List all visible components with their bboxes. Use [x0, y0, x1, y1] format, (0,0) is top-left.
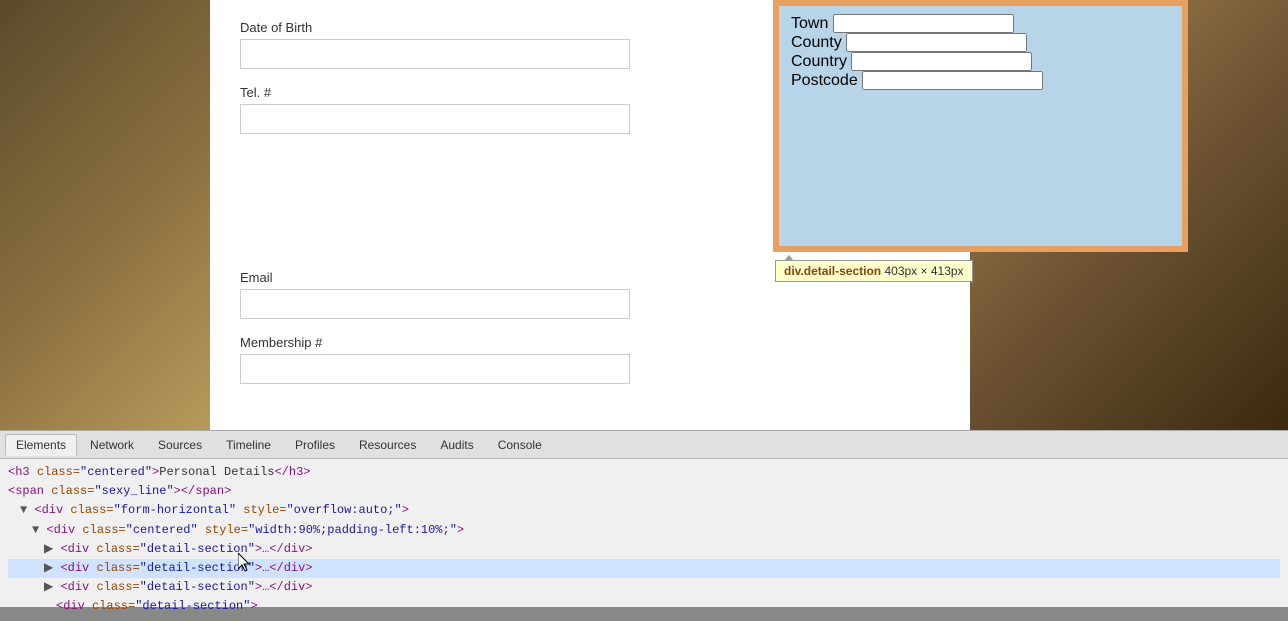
town-input[interactable]: [833, 14, 1014, 33]
postcode-input[interactable]: [862, 71, 1043, 90]
address-panel-wrapper: Town County Country Postcode: [773, 0, 1188, 252]
tab-network[interactable]: Network: [79, 434, 145, 456]
county-label: County: [791, 34, 842, 51]
code-line-4: ▼ <div class="centered" style="width:90%…: [8, 521, 1280, 540]
postcode-group: Postcode: [791, 71, 1170, 90]
country-label: Country: [791, 53, 847, 70]
town-group: Town: [791, 14, 1170, 33]
code-line-1: <h3 class="centered">Personal Details</h…: [8, 463, 1280, 482]
devtools-code: <h3 class="centered">Personal Details</h…: [0, 459, 1288, 621]
devtools-panel: Elements Network Sources Timeline Profil…: [0, 430, 1288, 607]
code-line-6: ▶ <div class="detail-section">…</div>: [8, 559, 1280, 578]
town-label: Town: [791, 15, 828, 32]
tab-sources[interactable]: Sources: [147, 434, 213, 456]
code-line-2: <span class="sexy_line"></span>: [8, 482, 1280, 501]
code-line-3: ▼ <div class="form-horizontal" style="ov…: [8, 501, 1280, 520]
code-line-7: ▶ <div class="detail-section">…</div>: [8, 578, 1280, 597]
address-panel: Town County Country Postcode: [779, 6, 1182, 246]
element-tooltip: div.detail-section 403px × 413px: [775, 260, 973, 282]
tab-timeline[interactable]: Timeline: [215, 434, 282, 456]
county-input[interactable]: [846, 33, 1027, 52]
membership-input[interactable]: [240, 354, 630, 384]
tooltip-element-name: div.detail-section: [784, 264, 881, 278]
country-input[interactable]: [851, 52, 1032, 71]
tab-elements[interactable]: Elements: [5, 434, 77, 456]
tel-input[interactable]: [240, 104, 630, 134]
devtools-tabs: Elements Network Sources Timeline Profil…: [0, 431, 1288, 459]
membership-group: Membership #: [240, 335, 940, 384]
tab-resources[interactable]: Resources: [348, 434, 427, 456]
county-group: County: [791, 33, 1170, 52]
country-group: Country: [791, 52, 1170, 71]
membership-label: Membership #: [240, 335, 940, 350]
dob-input[interactable]: [240, 39, 630, 69]
postcode-label: Postcode: [791, 72, 858, 89]
tab-audits[interactable]: Audits: [429, 434, 484, 456]
code-line-5: ▶ <div class="detail-section">…</div>: [8, 540, 1280, 559]
tab-console[interactable]: Console: [487, 434, 553, 456]
tab-profiles[interactable]: Profiles: [284, 434, 346, 456]
tooltip-dimensions: 403px × 413px: [884, 264, 963, 278]
email-input[interactable]: [240, 289, 630, 319]
